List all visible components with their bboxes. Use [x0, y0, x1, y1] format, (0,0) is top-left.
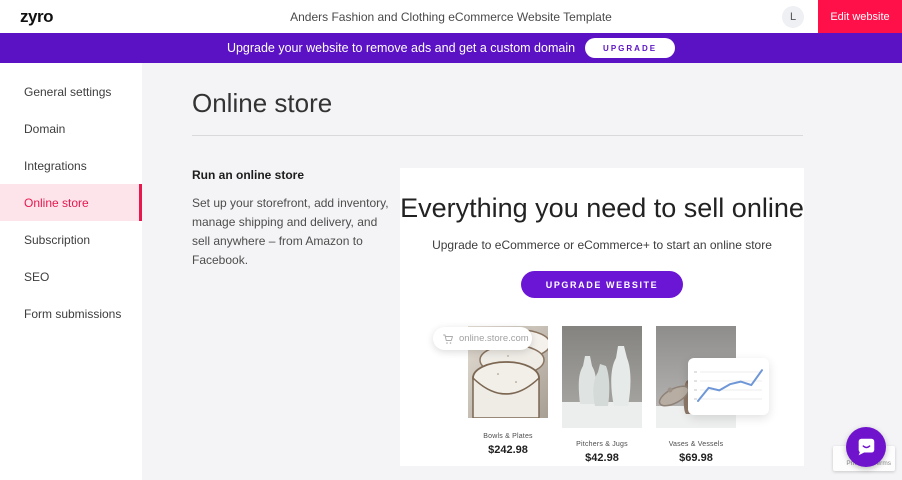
product-image-pitchers	[562, 326, 642, 428]
product-price: $42.98	[562, 452, 642, 464]
chat-widget-button[interactable]	[846, 427, 886, 467]
upgrade-website-button[interactable]: UPGRADE WEBSITE	[521, 271, 684, 298]
card-subheading: Upgrade to eCommerce or eCommerce+ to st…	[400, 238, 804, 252]
product-name: Bowls & Plates	[468, 433, 548, 440]
sidebar-item-seo[interactable]: SEO	[0, 258, 142, 295]
zyro-logo[interactable]: zyro	[20, 7, 53, 27]
upgrade-banner: Upgrade your website to remove ads and g…	[0, 33, 902, 63]
title-divider	[192, 135, 803, 136]
browser-url-pill: online.store.com	[433, 327, 532, 350]
page-title: Online store	[192, 88, 803, 119]
section-intro: Run an online store Set up your storefro…	[192, 168, 400, 466]
sidebar-item-general-settings[interactable]: General settings	[0, 73, 142, 110]
user-avatar[interactable]: L	[782, 6, 804, 28]
sidebar-item-subscription[interactable]: Subscription	[0, 221, 142, 258]
analytics-mini-chart	[688, 358, 769, 415]
upgrade-banner-text: Upgrade your website to remove ads and g…	[227, 41, 575, 55]
sidebar-item-form-submissions[interactable]: Form submissions	[0, 295, 142, 332]
product-price: $242.98	[468, 444, 548, 456]
chart-line	[698, 370, 762, 401]
topbar-actions: L Edit website	[782, 0, 902, 33]
main-content: Online store Run an online store Set up …	[142, 63, 902, 480]
sidebar-item-online-store[interactable]: Online store	[0, 184, 142, 221]
mini-chart-svg	[688, 358, 769, 415]
upgrade-banner-button[interactable]: UPGRADE	[585, 38, 675, 58]
product-card: Pitchers & Jugs $42.98	[562, 326, 642, 464]
edit-website-button[interactable]: Edit website	[818, 0, 902, 33]
product-price: $69.98	[656, 452, 736, 464]
settings-sidebar: General settings Domain Integrations Onl…	[0, 63, 142, 480]
card-heading: Everything you need to sell online	[400, 168, 804, 224]
site-template-title: Anders Fashion and Clothing eCommerce We…	[0, 10, 902, 24]
sidebar-item-domain[interactable]: Domain	[0, 110, 142, 147]
product-name: Vases & Vessels	[656, 441, 736, 448]
top-bar: zyro Anders Fashion and Clothing eCommer…	[0, 0, 902, 33]
cart-icon	[442, 333, 454, 345]
browser-url-text: online.store.com	[459, 333, 529, 344]
section-label: Run an online store	[192, 168, 382, 182]
sidebar-item-integrations[interactable]: Integrations	[0, 147, 142, 184]
chat-bubble-icon	[855, 436, 877, 458]
section-description: Set up your storefront, add inventory, m…	[192, 194, 392, 270]
product-name: Pitchers & Jugs	[562, 441, 642, 448]
ecommerce-upsell-card: Everything you need to sell online Upgra…	[400, 168, 804, 466]
